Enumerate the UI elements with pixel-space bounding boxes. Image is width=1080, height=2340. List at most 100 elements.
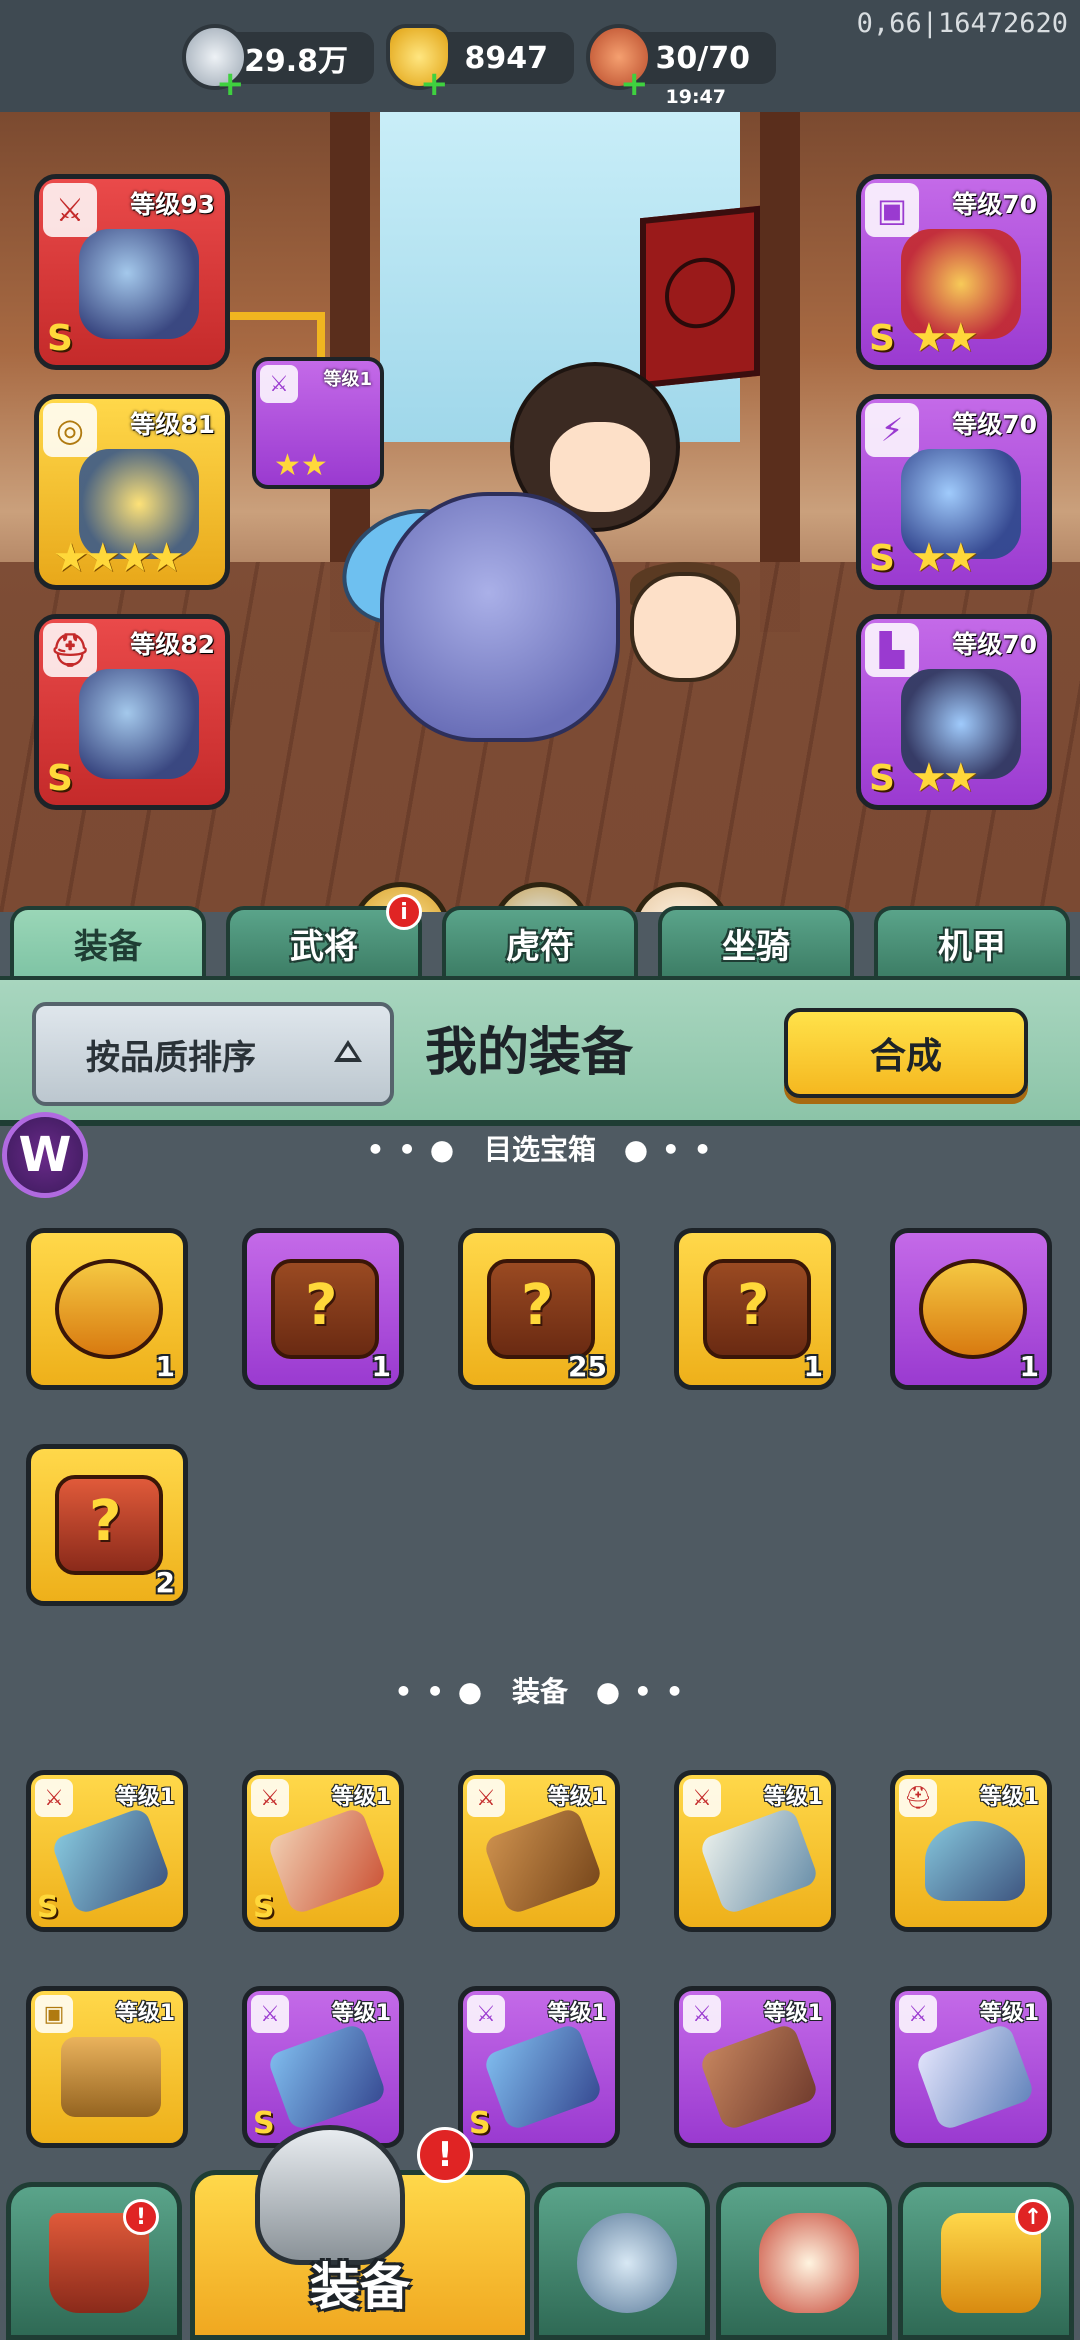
gold-resource[interactable]: 8947 + [386,24,574,104]
sword-icon: ⚔ [899,1995,937,2033]
upgrade-alert-badge: ↑ [1015,2199,1051,2235]
top-bar: 0,66|16472620 29.8万 + 8947 + 30/70 19:47… [0,0,1080,112]
mount-level: 等级1 [323,369,372,390]
equipment-item[interactable]: ⚔ 等级1 [674,1986,836,2148]
sword-icon: ⚔ [43,183,97,237]
equipment-item[interactable]: ⚔ 等级1 S [242,1986,404,2148]
rank-badge: S [253,1890,275,1925]
mount-slot[interactable]: ⚔ 等级1 ★★ [252,357,384,489]
star-rating: ★★ [911,535,979,581]
equip-slot-armor[interactable]: ▣ 等级70 S ★★ [856,174,1052,370]
gold-armor-icon [61,2037,161,2117]
equipment-item[interactable]: ⚔ 等级1 [890,1986,1052,2148]
weapon-art [79,229,199,339]
item-level: 等级1 [763,2001,823,2026]
slot-level: 等级81 [130,410,215,439]
item-level: 等级1 [547,2001,607,2026]
lightning-sword-icon [266,2022,388,2132]
sword-icon: ⚔ [467,1779,505,1817]
star-rating: ★★ [911,315,979,361]
equipment-item[interactable]: ⚔ 等级1 [458,1770,620,1932]
equipment-alert-badge: ! [417,2127,473,2183]
equip-slot-weapon[interactable]: ⚔ 等级93 S [34,174,230,370]
chest-item[interactable]: ? 1 [674,1228,836,1390]
silver-value: 29.8万 [243,44,348,79]
chest-item[interactable]: 1 [26,1228,188,1390]
section-title: 目选宝箱 [483,1133,596,1166]
helmet-icon: ⛑ [899,1779,937,1817]
nav-equipment[interactable]: 装备 ! [190,2125,530,2340]
crossbow-icon [482,1806,604,1916]
section-header-equipment: • • ● 装备 ● • • [0,1670,1080,1710]
tab-equipment[interactable]: 装备 [10,906,206,976]
nav-upgrade[interactable]: ↑ [898,2182,1074,2340]
stamina-resource[interactable]: 30/70 19:47 + [586,24,776,108]
tab-mount[interactable]: 坐骑 [658,906,854,976]
item-count: 1 [1019,1350,1039,1383]
equipment-item[interactable]: ⚔ 等级1 S [458,1986,620,2148]
equipment-item[interactable]: ⚔ 等级1 S [26,1770,188,1932]
chest-item[interactable]: ? 25 [458,1228,620,1390]
hero-scene: ⚔ 等级93 S ◎ 等级81 ★★★★ ⛑ 等级82 S ⚔ 等级1 ★★ ▣… [0,112,1080,912]
item-level: 等级1 [763,1785,823,1810]
cape-icon: ⚡ [865,403,919,457]
lightning-sword-icon [50,1806,172,1916]
equip-slot-medal[interactable]: ◎ 等级81 ★★★★ [34,394,230,590]
blade-icon [914,2022,1036,2132]
boots-icon: ▙ [865,623,919,677]
add-silver-icon[interactable]: + [216,64,245,104]
armor-icon: ▣ [865,183,919,237]
chest-item[interactable]: 1 [890,1228,1052,1390]
hero-character[interactable] [323,342,800,862]
bottom-navigation: ! 装备 ! ↑ [0,2125,1080,2340]
sword-icon: ⚔ [683,1995,721,2033]
equip-slot-cape[interactable]: ⚡ 等级70 S ★★ [856,394,1052,590]
slot-level: 等级93 [130,190,215,219]
sword-icon: ⚔ [260,365,298,403]
add-stamina-icon[interactable]: + [620,64,649,104]
equipment-item[interactable]: ⛑ 等级1 [890,1770,1052,1932]
armor-icon: ▣ [35,1995,73,2033]
nav-label: 装备 [310,2258,410,2316]
helmet-icon [255,2125,405,2265]
equipment-item[interactable]: ⚔ 等级1 S [242,1770,404,1932]
dots-decoration-icon: • • ● [366,1133,457,1166]
gold-value: 8947 [464,40,549,76]
rank-badge: S [253,2106,275,2141]
dots-decoration-icon: • • ● [394,1675,485,1708]
chest-item[interactable]: ? 2 [26,1444,188,1606]
item-level: 等级1 [547,1785,607,1810]
horn-stars-icon [759,2213,859,2313]
general-face [550,422,650,512]
item-level: 等级1 [115,1785,175,1810]
item-count: 1 [155,1350,175,1383]
blue-helmet-icon [925,1821,1025,1901]
nav-recruit[interactable] [716,2182,892,2340]
helmet-icon: ⛑ [43,623,97,677]
tab-mecha[interactable]: 机甲 [874,906,1070,976]
item-level: 等级1 [979,1785,1039,1810]
sword-icon: ⚔ [251,1779,289,1817]
crossed-swords-icon [266,1806,388,1916]
tab-tiger-tally[interactable]: 虎符 [442,906,638,976]
generals-info-badge: i [386,894,422,930]
chevron-up-icon [334,1040,362,1062]
add-gold-icon[interactable]: + [420,64,449,104]
stamina-timer: 19:47 [665,86,726,108]
equipment-item[interactable]: ▣ 等级1 [26,1986,188,2148]
battle-shield-icon [577,2213,677,2313]
chest-item[interactable]: ? 1 [242,1228,404,1390]
merge-button[interactable]: 合成 [784,1008,1028,1098]
sort-dropdown[interactable]: 按品质排序 [32,1002,394,1106]
page-title: 我的装备 [425,1023,634,1083]
elephant-mount [380,492,620,742]
rank-badge: S [869,538,895,579]
equip-slot-boots[interactable]: ▙ 等级70 S ★★ [856,614,1052,810]
nav-battle[interactable] [534,2182,710,2340]
equip-slot-helmet[interactable]: ⛑ 等级82 S [34,614,230,810]
silver-resource[interactable]: 29.8万 + [182,24,374,104]
rank-badge: S [869,758,895,799]
item-count: 1 [803,1350,823,1383]
equipment-item[interactable]: ⚔ 等级1 [674,1770,836,1932]
nav-shop[interactable]: ! [6,2182,182,2340]
